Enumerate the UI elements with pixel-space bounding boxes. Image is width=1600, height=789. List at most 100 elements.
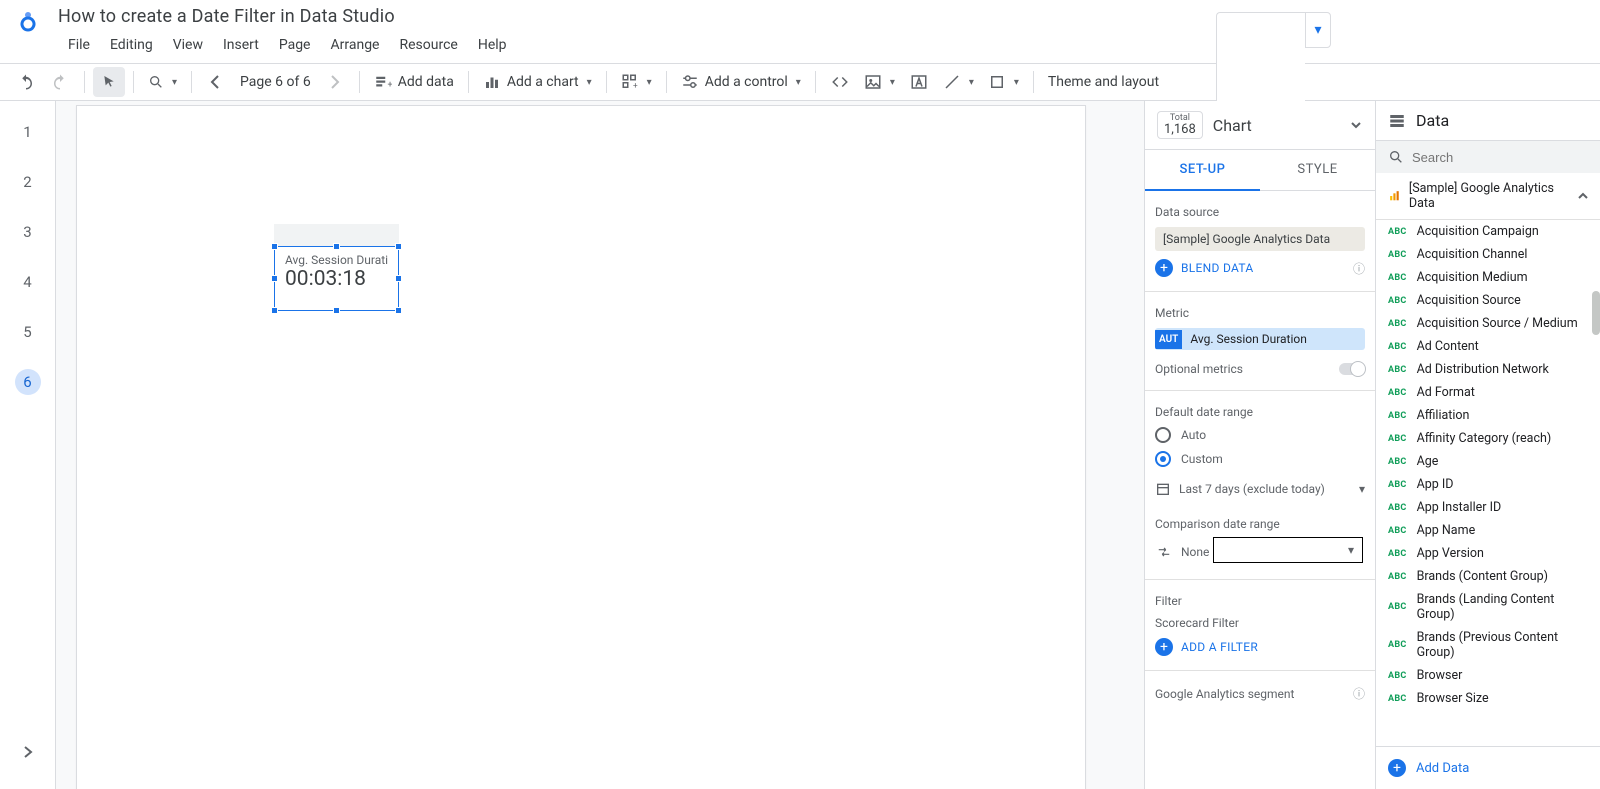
menu-resource[interactable]: Resource bbox=[389, 33, 467, 57]
date-range-select[interactable]: Last 7 days (exclude today) ▾ bbox=[1155, 475, 1365, 503]
data-source-chip[interactable]: [Sample] Google Analytics Data bbox=[1155, 227, 1365, 251]
theme-layout-button[interactable]: Theme and layout bbox=[1042, 67, 1165, 97]
search-icon bbox=[1388, 149, 1404, 165]
type-badge: ABC bbox=[1388, 694, 1407, 704]
field-row[interactable]: ABCAge bbox=[1376, 450, 1600, 473]
radio-custom[interactable]: Custom bbox=[1155, 451, 1365, 467]
panel-title: Chart bbox=[1213, 116, 1339, 135]
menu-insert[interactable]: Insert bbox=[213, 33, 269, 57]
menu-help[interactable]: Help bbox=[468, 33, 517, 57]
page-thumb-1[interactable]: 1 bbox=[15, 119, 41, 145]
field-name: Acquisition Medium bbox=[1417, 270, 1528, 285]
shape-button[interactable]: ▾ bbox=[982, 67, 1025, 97]
undo-button[interactable] bbox=[10, 67, 42, 97]
zoom-menu[interactable]: ▾ bbox=[142, 67, 183, 97]
add-control-button[interactable]: Add a control▾ bbox=[675, 67, 807, 97]
looker-studio-logo[interactable] bbox=[16, 8, 48, 32]
type-badge: ABC bbox=[1388, 342, 1407, 352]
page-counter[interactable]: Page 6 of 6 bbox=[234, 67, 317, 97]
add-chart-button[interactable]: Add a chart▾ bbox=[477, 67, 598, 97]
page-strip: 1 2 3 4 5 6 bbox=[0, 101, 55, 789]
resize-handle[interactable] bbox=[333, 307, 340, 314]
field-name: App Name bbox=[1417, 523, 1476, 538]
menu-page[interactable]: Page bbox=[269, 33, 321, 57]
field-name: Affiliation bbox=[1417, 408, 1470, 423]
optional-metrics-toggle[interactable] bbox=[1339, 363, 1365, 375]
add-filter-button[interactable]: ADD A FILTER bbox=[1181, 640, 1258, 654]
page-thumb-4[interactable]: 4 bbox=[15, 269, 41, 295]
resize-handle[interactable] bbox=[271, 243, 278, 250]
menu-file[interactable]: File bbox=[58, 33, 100, 57]
field-row[interactable]: ABCBrowser bbox=[1376, 664, 1600, 687]
metric-chip[interactable]: AUT Avg. Session Duration bbox=[1155, 328, 1365, 350]
page-thumb-2[interactable]: 2 bbox=[15, 169, 41, 195]
community-viz-button[interactable]: +▾ bbox=[615, 67, 658, 97]
comparison-range-select[interactable]: None ▾ bbox=[1155, 539, 1365, 565]
help-icon[interactable]: ⓘ bbox=[1353, 685, 1365, 702]
radio-auto[interactable]: Auto bbox=[1155, 427, 1365, 443]
date-range-text: Last 7 days (exclude today) bbox=[1179, 482, 1351, 496]
tab-setup[interactable]: SET-UP bbox=[1145, 150, 1260, 191]
field-row[interactable]: ABCAffinity Category (reach) bbox=[1376, 427, 1600, 450]
text-button[interactable] bbox=[903, 67, 935, 97]
field-row[interactable]: ABCAcquisition Source / Medium bbox=[1376, 312, 1600, 335]
chart-type-expand[interactable] bbox=[1349, 118, 1363, 132]
data-source-row[interactable]: [Sample] Google Analytics Data bbox=[1376, 173, 1600, 220]
resize-handle[interactable] bbox=[333, 243, 340, 250]
field-row[interactable]: ABCAcquisition Channel bbox=[1376, 243, 1600, 266]
field-name: Brands (Landing Content Group) bbox=[1417, 592, 1588, 622]
properties-panel: Total 1,168 Chart SET-UP STYLE Data sour… bbox=[1144, 101, 1375, 789]
search-input[interactable] bbox=[1412, 150, 1588, 165]
field-row[interactable]: ABCAd Distribution Network bbox=[1376, 358, 1600, 381]
select-tool[interactable] bbox=[93, 67, 125, 97]
resize-handle[interactable] bbox=[271, 275, 278, 282]
collapse-strip-button[interactable] bbox=[21, 745, 35, 759]
resize-handle[interactable] bbox=[271, 307, 278, 314]
add-data-label: Add Data bbox=[1416, 761, 1469, 776]
field-row[interactable]: ABCAcquisition Campaign bbox=[1376, 220, 1600, 243]
page-thumb-5[interactable]: 5 bbox=[15, 319, 41, 345]
share-dropdown[interactable]: ▾ bbox=[1305, 12, 1330, 48]
field-row[interactable]: ABCApp Version bbox=[1376, 542, 1600, 565]
chart-type-selector[interactable]: Total 1,168 bbox=[1157, 111, 1203, 139]
add-data-button[interactable]: + Add Data bbox=[1376, 746, 1600, 789]
field-row[interactable]: ABCAffiliation bbox=[1376, 404, 1600, 427]
field-row[interactable]: ABCAd Content bbox=[1376, 335, 1600, 358]
comparison-dropdown-open[interactable]: ▾ bbox=[1213, 537, 1363, 563]
tab-style[interactable]: STYLE bbox=[1260, 150, 1375, 191]
field-row[interactable]: ABCBrands (Previous Content Group) bbox=[1376, 626, 1600, 664]
page-thumb-3[interactable]: 3 bbox=[15, 219, 41, 245]
prev-page-button[interactable] bbox=[200, 67, 232, 97]
field-row[interactable]: ABCAcquisition Medium bbox=[1376, 266, 1600, 289]
field-row[interactable]: ABCAd Format bbox=[1376, 381, 1600, 404]
field-row[interactable]: ABCApp Installer ID bbox=[1376, 496, 1600, 519]
menu-editing[interactable]: Editing bbox=[100, 33, 163, 57]
field-row[interactable]: ABCBrowser Size bbox=[1376, 687, 1600, 710]
field-row[interactable]: ABCBrands (Content Group) bbox=[1376, 565, 1600, 588]
field-row[interactable]: ABCApp ID bbox=[1376, 473, 1600, 496]
menu-view[interactable]: View bbox=[163, 33, 213, 57]
menu-arrange[interactable]: Arrange bbox=[321, 33, 390, 57]
report-canvas[interactable]: Avg. Session Duration 00:03:18 bbox=[76, 105, 1086, 789]
plus-icon: + bbox=[1155, 259, 1173, 277]
next-page-button[interactable] bbox=[319, 67, 351, 97]
page-thumb-6[interactable]: 6 bbox=[15, 369, 41, 395]
scrollbar[interactable] bbox=[1592, 291, 1600, 335]
image-button[interactable]: ▾ bbox=[858, 67, 901, 97]
field-name: Brands (Content Group) bbox=[1417, 569, 1548, 584]
resize-handle[interactable] bbox=[395, 275, 402, 282]
doc-title[interactable]: How to create a Date Filter in Data Stud… bbox=[58, 6, 517, 27]
field-row[interactable]: ABCAcquisition Source bbox=[1376, 289, 1600, 312]
help-icon[interactable]: ⓘ bbox=[1353, 260, 1365, 277]
field-row[interactable]: ABCBrands (Landing Content Group) bbox=[1376, 588, 1600, 626]
embed-button[interactable] bbox=[824, 67, 856, 97]
menu-bar: File Editing View Insert Page Arrange Re… bbox=[58, 33, 517, 57]
blend-data-button[interactable]: BLEND DATA bbox=[1181, 261, 1254, 275]
add-data-button[interactable]: +Add data bbox=[368, 67, 460, 97]
chevron-down-icon bbox=[1349, 118, 1363, 132]
redo-button[interactable] bbox=[44, 67, 76, 97]
field-row[interactable]: ABCApp Name bbox=[1376, 519, 1600, 542]
line-button[interactable]: ▾ bbox=[937, 67, 980, 97]
resize-handle[interactable] bbox=[395, 243, 402, 250]
resize-handle[interactable] bbox=[395, 307, 402, 314]
